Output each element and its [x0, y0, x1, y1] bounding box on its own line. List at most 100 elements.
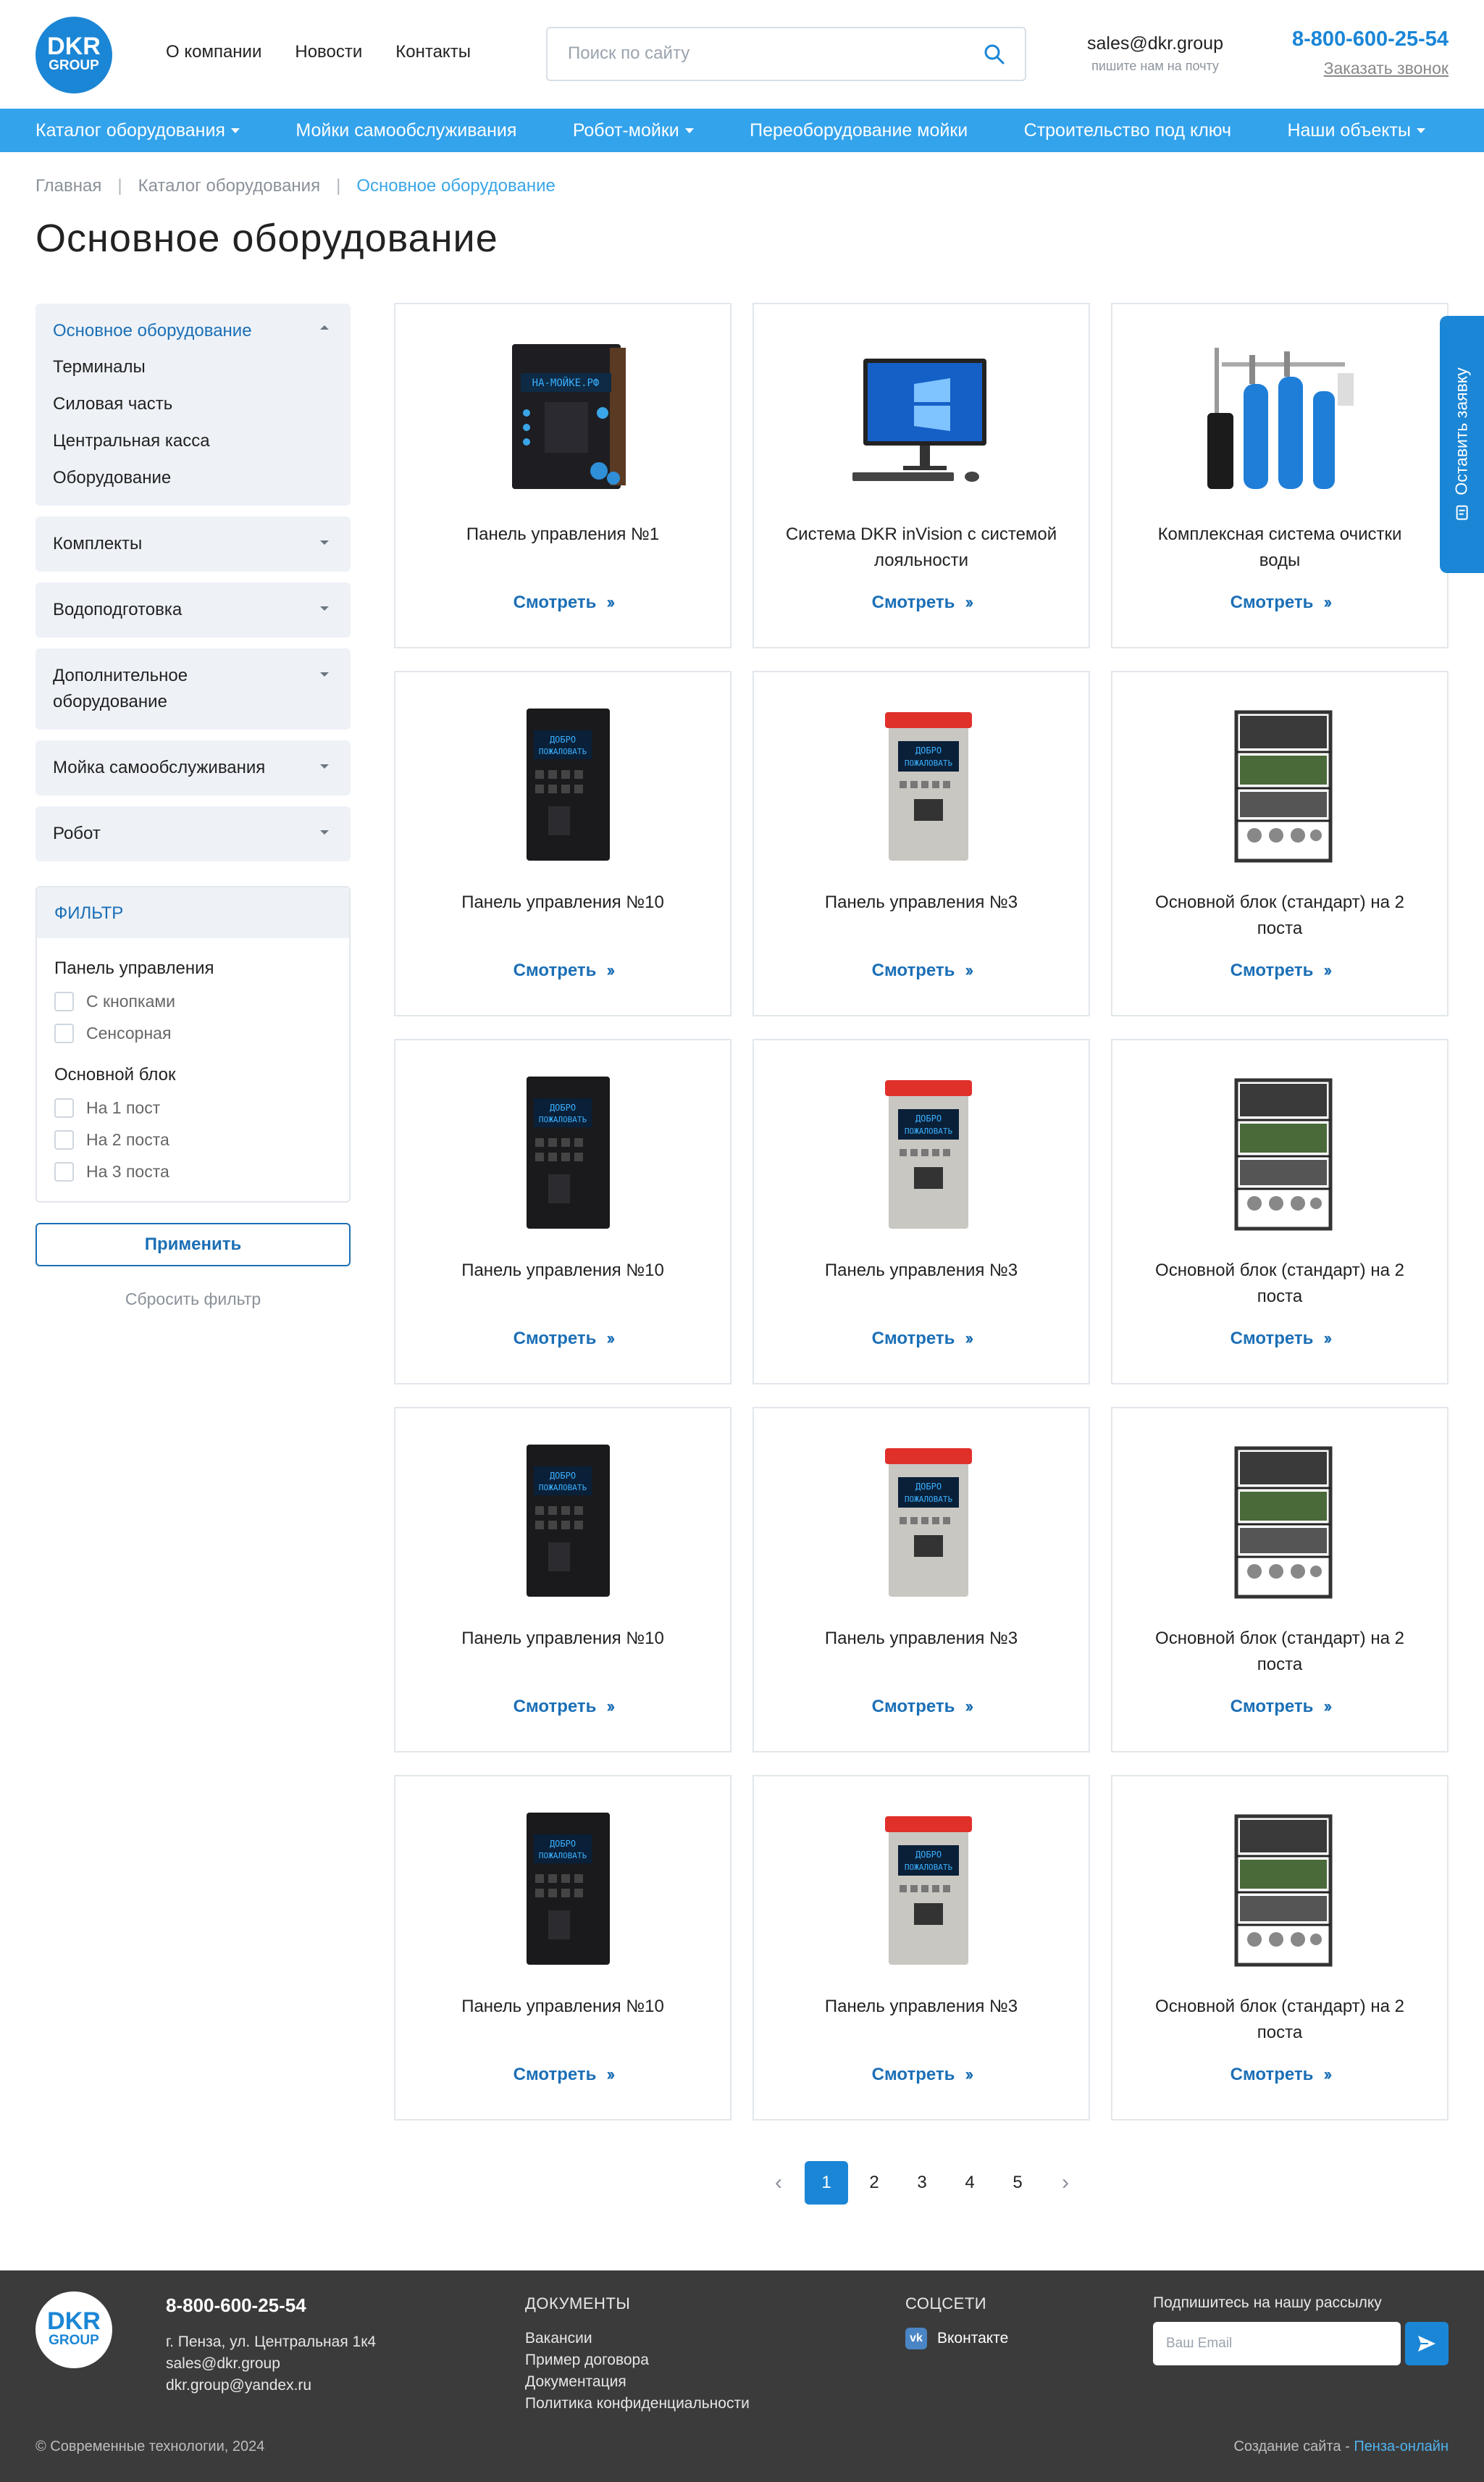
nav-about[interactable]: О компании	[166, 42, 261, 62]
menu-item-construction[interactable]: Строительство под ключ	[1024, 120, 1231, 141]
checkbox[interactable]	[54, 1098, 74, 1118]
newsletter-submit-button[interactable]	[1405, 2322, 1449, 2365]
nav-contacts[interactable]: Контакты	[395, 42, 471, 62]
made-by-link[interactable]: Пенза-онлайн	[1354, 2439, 1449, 2454]
filter-option-touch[interactable]: Сенсорная	[54, 1024, 332, 1043]
product-name[interactable]: Основной блок (стандарт) на 2 поста	[1141, 890, 1418, 942]
page-2[interactable]: 2	[852, 2161, 896, 2205]
product-name[interactable]: Панель управления №1	[424, 522, 701, 548]
page-5[interactable]: 5	[996, 2161, 1039, 2205]
product-card[interactable]: Основной блок (стандарт) на 2 поста Смотр…	[1111, 671, 1449, 1016]
subcategory-equipment[interactable]: Оборудование	[53, 465, 333, 491]
product-image[interactable]	[834, 333, 1008, 500]
category-kits[interactable]: Комплекты	[35, 517, 351, 572]
product-name[interactable]: Панель управления №10	[424, 1626, 701, 1652]
product-card[interactable]: Основной блок (стандарт) на 2 поста Смотр…	[1111, 1039, 1449, 1384]
apply-filter-button[interactable]: Применить	[35, 1223, 351, 1266]
subcategory-power[interactable]: Силовая часть	[53, 391, 333, 417]
search-icon[interactable]	[983, 43, 1006, 66]
category-robot[interactable]: Робот	[35, 806, 351, 861]
footer-phone[interactable]: 8-800-600-25-54	[166, 2294, 376, 2317]
product-card[interactable]: ДОБРО ПОЖАЛОВАТЬ Панель управления №10 Смот…	[394, 1775, 731, 2120]
view-more-link[interactable]: Смотреть ››	[1112, 1329, 1447, 1349]
menu-item-catalog[interactable]: Каталог оборудования	[35, 120, 240, 141]
logo[interactable]: DKR GROUP	[35, 17, 112, 93]
view-more-link[interactable]: Смотреть ››	[395, 961, 730, 981]
menu-item-robot-wash[interactable]: Робот-мойки	[573, 120, 694, 141]
view-more-link[interactable]: Смотреть ››	[395, 593, 730, 613]
chevron-up-icon[interactable]	[320, 325, 329, 330]
category-additional[interactable]: Дополнительное оборудование	[35, 648, 351, 730]
prev-page-button[interactable]: ‹	[757, 2161, 800, 2205]
product-image[interactable]: ДОБРО ПОЖАЛОВАТЬ	[834, 1069, 1008, 1236]
view-more-link[interactable]: Смотреть ››	[754, 2065, 1089, 2085]
view-more-link[interactable]: Смотреть ››	[754, 593, 1089, 613]
view-more-link[interactable]: Смотреть ››	[395, 1329, 730, 1349]
product-image[interactable]	[1193, 1437, 1367, 1604]
filter-option-2-posts[interactable]: На 2 поста	[54, 1130, 332, 1150]
filter-option-1-post[interactable]: На 1 пост	[54, 1098, 332, 1118]
footer-link-privacy[interactable]: Политика конфиденциальности	[525, 2393, 750, 2415]
page-1[interactable]: 1	[805, 2161, 848, 2205]
filter-option-buttons[interactable]: С кнопками	[54, 992, 332, 1011]
reset-filter-link[interactable]: Сбросить фильтр	[35, 1290, 351, 1309]
product-image[interactable]: ДОБРО ПОЖАЛОВАТЬ	[476, 1069, 650, 1236]
product-image[interactable]: ДОБРО ПОЖАЛОВАТЬ	[834, 701, 1008, 868]
product-image[interactable]: ДОБРО ПОЖАЛОВАТЬ	[834, 1805, 1008, 1972]
product-image[interactable]: ДОБРО ПОЖАЛОВАТЬ	[476, 1805, 650, 1972]
product-name[interactable]: Основной блок (стандарт) на 2 поста	[1141, 1626, 1418, 1678]
product-image[interactable]	[1193, 701, 1367, 868]
product-card[interactable]: Основной блок (стандарт) на 2 поста Смотр…	[1111, 1407, 1449, 1752]
product-card[interactable]: ДОБРО ПОЖАЛОВАТЬ Панель управления №10 Смот…	[394, 671, 731, 1016]
footer-email-2[interactable]: dkr.group@yandex.ru	[166, 2375, 376, 2397]
leave-request-tab[interactable]: Оставить заявку	[1440, 316, 1484, 573]
breadcrumb-catalog[interactable]: Каталог оборудования	[138, 176, 320, 196]
category-main-equipment[interactable]: Основное оборудование Терминалы Силовая …	[35, 304, 351, 506]
menu-item-self-service[interactable]: Мойки самообслуживания	[295, 120, 516, 141]
product-card[interactable]: ДОБРО ПОЖАЛОВАТЬ Панель управления №10 Смот…	[394, 1407, 731, 1752]
product-name[interactable]: Основной блок (стандарт) на 2 поста	[1141, 1994, 1418, 2046]
breadcrumb-home[interactable]: Главная	[35, 176, 101, 196]
view-more-link[interactable]: Смотреть ››	[1112, 2065, 1447, 2085]
nav-news[interactable]: Новости	[295, 42, 362, 62]
product-card[interactable]: ДОБРО ПОЖАЛОВАТЬ Панель управления №3 Смотр…	[753, 1407, 1090, 1752]
footer-email-1[interactable]: sales@dkr.group	[166, 2353, 376, 2375]
checkbox[interactable]	[54, 1130, 74, 1150]
product-name[interactable]: Система DKR inVision с системой лояльнос…	[783, 522, 1060, 574]
view-more-link[interactable]: Смотреть ››	[754, 1697, 1089, 1717]
view-more-link[interactable]: Смотреть ››	[1112, 593, 1447, 613]
product-card[interactable]: ДОБРО ПОЖАЛОВАТЬ Панель управления №3 Смотр…	[753, 671, 1090, 1016]
product-image[interactable]: ДОБРО ПОЖАЛОВАТЬ	[834, 1437, 1008, 1604]
view-more-link[interactable]: Смотреть ››	[395, 2065, 730, 2085]
search-input[interactable]	[548, 28, 953, 79]
product-name[interactable]: Панель управления №3	[783, 1994, 1060, 2020]
checkbox[interactable]	[54, 1162, 74, 1182]
product-name[interactable]: Панель управления №3	[783, 1626, 1060, 1652]
category-title[interactable]: Основное оборудование	[53, 318, 333, 344]
category-water[interactable]: Водоподготовка	[35, 582, 351, 638]
product-name[interactable]: Комплексная система очистки воды	[1141, 522, 1418, 574]
product-card[interactable]: Система DKR inVision с системой лояльнос…	[753, 303, 1090, 648]
view-more-link[interactable]: Смотреть ››	[754, 1329, 1089, 1349]
product-image[interactable]: HA-MOЙKE.PФ	[476, 333, 650, 500]
product-image[interactable]: ДОБРО ПОЖАЛОВАТЬ	[476, 1437, 650, 1604]
subcategory-terminals[interactable]: Терминалы	[53, 354, 333, 380]
newsletter-email-input[interactable]	[1153, 2322, 1401, 2365]
checkbox[interactable]	[54, 992, 74, 1011]
product-image[interactable]	[1193, 1069, 1367, 1236]
menu-item-objects[interactable]: Наши объекты	[1287, 120, 1425, 141]
view-more-link[interactable]: Смотреть ››	[395, 1697, 730, 1717]
product-name[interactable]: Панель управления №10	[424, 1994, 701, 2020]
product-card[interactable]: HA-MOЙKE.PФ Панель управления №1 Смотреть ›…	[394, 303, 731, 648]
header-email[interactable]: sales@dkr.group	[1043, 33, 1267, 54]
footer-logo[interactable]: DKR GROUP	[35, 2291, 112, 2368]
product-image[interactable]	[1193, 1805, 1367, 1972]
checkbox[interactable]	[54, 1024, 74, 1043]
page-4[interactable]: 4	[948, 2161, 992, 2205]
menu-item-conversion[interactable]: Переоборудование мойки	[750, 120, 968, 141]
footer-link-vacancies[interactable]: Вакансии	[525, 2328, 750, 2349]
product-card[interactable]: Комплексная система очистки воды Смотреть…	[1111, 303, 1449, 648]
view-more-link[interactable]: Смотреть ››	[1112, 961, 1447, 981]
product-name[interactable]: Панель управления №3	[783, 890, 1060, 916]
product-name[interactable]: Панель управления №10	[424, 1258, 701, 1284]
